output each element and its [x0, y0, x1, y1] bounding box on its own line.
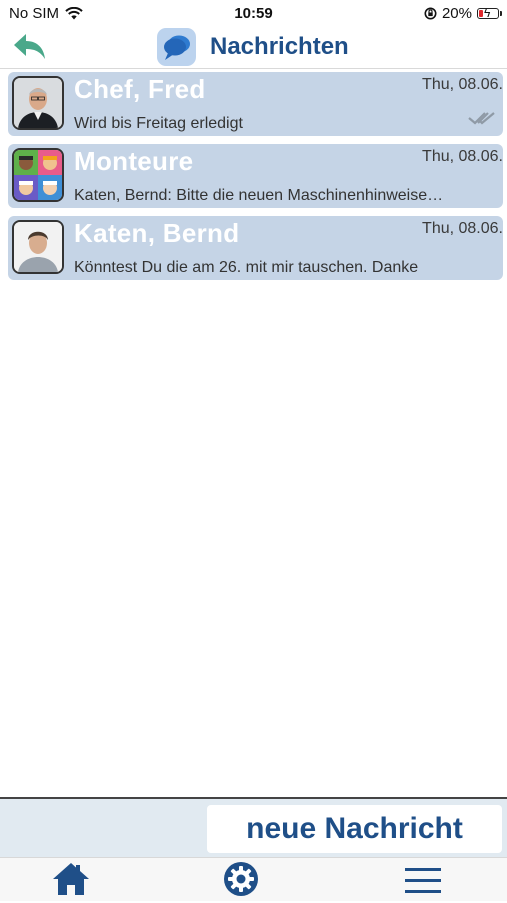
tab-home[interactable]: [51, 860, 95, 900]
conversation-date: Thu, 08.06.: [422, 220, 503, 237]
chat-bubbles-icon: [157, 28, 196, 66]
avatar: [12, 76, 64, 130]
conversation-date: Thu, 08.06.: [422, 148, 503, 165]
message-preview: Wird bis Freitag erledigt: [74, 115, 243, 132]
conversation-item[interactable]: Monteure Thu, 08.06. Katen, Bernd: Bitte…: [8, 144, 503, 208]
message-preview: Könntest Du die am 26. mit mir tauschen.…: [74, 259, 419, 276]
header-title-group: Nachrichten: [157, 28, 349, 66]
tab-bar: [0, 857, 507, 901]
app-header: Nachrichten: [0, 28, 507, 69]
battery-icon: ϟ: [477, 6, 502, 20]
orientation-lock-icon: [424, 7, 437, 20]
avatar: [12, 220, 64, 274]
new-message-button[interactable]: neue Nachricht: [207, 805, 502, 853]
menu-icon: [405, 868, 441, 893]
action-bar: neue Nachricht: [0, 797, 507, 857]
conversation-name: Katen, Bernd: [74, 218, 240, 248]
page-title: Nachrichten: [210, 33, 349, 60]
message-preview: Katen, Bernd: Bitte die neuen Maschinenh…: [74, 187, 444, 204]
battery-percent: 20%: [441, 5, 472, 22]
group-avatar: [12, 148, 64, 202]
conversation-item[interactable]: Katen, Bernd Thu, 08.06. Könntest Du die…: [8, 216, 503, 280]
tab-settings[interactable]: [221, 860, 265, 900]
back-button[interactable]: [12, 32, 48, 62]
gear-icon: [224, 862, 258, 896]
tab-menu[interactable]: [403, 860, 447, 900]
back-arrow-icon: [14, 34, 45, 59]
conversation-list: Chef, Fred Thu, 08.06. Wird bis Freitag …: [8, 72, 503, 288]
conversation-item[interactable]: Chef, Fred Thu, 08.06. Wird bis Freitag …: [8, 72, 503, 136]
status-bar: No SIM 10:59 20% ϟ: [0, 0, 507, 28]
conversation-name: Chef, Fred: [74, 74, 206, 104]
home-icon: [53, 863, 89, 895]
conversation-name: Monteure: [74, 146, 194, 176]
status-right: 20% ϟ: [424, 5, 502, 22]
read-ticks-icon: [468, 112, 495, 125]
conversation-date: Thu, 08.06.: [422, 76, 503, 93]
